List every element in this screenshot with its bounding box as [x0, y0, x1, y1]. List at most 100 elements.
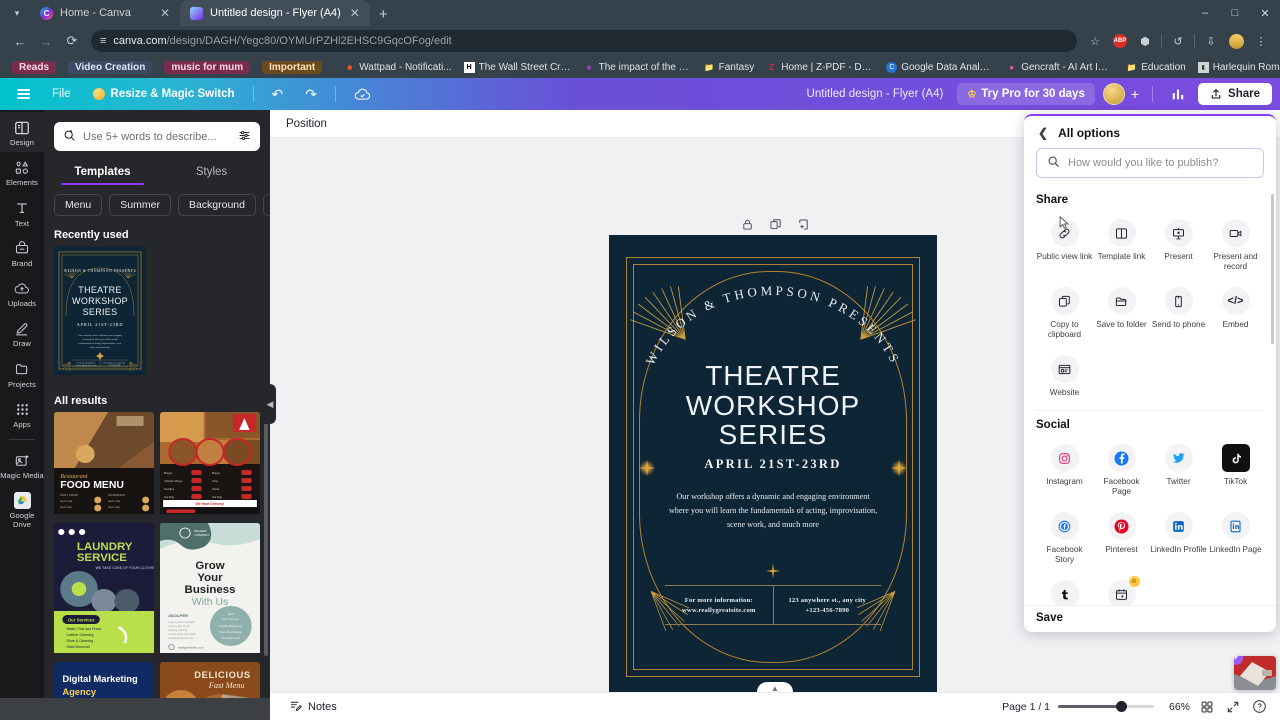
document-title[interactable]: Untitled design - Flyer (A4) — [797, 88, 954, 100]
position-button[interactable]: Position — [286, 118, 327, 130]
bookmark-item[interactable]: Important — [256, 60, 328, 75]
share-option-template-link[interactable]: Template link — [1093, 214, 1150, 280]
template-card[interactable]: FOOD MENU Restaurant FAST FOOD SANDWICH I… — [54, 412, 154, 517]
bookmark-item[interactable]: Z Home | Z-PDF - Do... — [760, 61, 880, 74]
forward-icon[interactable]: → — [34, 29, 58, 53]
avatar[interactable] — [1102, 83, 1125, 105]
share-option-copy-to-clipboard[interactable]: Copy to clipboard — [1036, 282, 1093, 348]
insights-icon[interactable] — [1162, 83, 1194, 105]
social-option-pinterest[interactable]: Pinterest — [1093, 507, 1150, 573]
rail-item-projects[interactable]: Projects — [0, 354, 44, 394]
collapse-panel-button[interactable]: ◀ — [264, 384, 276, 424]
rail-item-design[interactable]: Design — [0, 112, 44, 153]
chip-background[interactable]: Background — [177, 194, 256, 216]
extension-puzzle-icon[interactable]: ⬢ — [1134, 30, 1156, 52]
template-card[interactable]: BIGGER COMPANY Grow Your Business With U… — [160, 523, 260, 656]
adblock-icon[interactable]: ABP — [1109, 30, 1131, 52]
rail-item-google-drive[interactable]: Google Drive — [0, 485, 44, 534]
social-option-facebook-story[interactable]: Facebook Story — [1036, 507, 1093, 573]
tab-search-icon[interactable]: ▾ — [4, 2, 30, 24]
maximize-button[interactable]: □ — [1220, 0, 1250, 26]
share-option-embed[interactable]: </> Embed — [1207, 282, 1264, 348]
rail-item-magic-media[interactable]: Magic Media — [0, 445, 44, 485]
share-panel-body[interactable]: Share Public view link Template link Pre… — [1024, 188, 1276, 605]
minimize-button[interactable]: – — [1190, 0, 1220, 26]
social-option-facebook-page[interactable]: Facebook Page — [1093, 439, 1150, 505]
main-menu-button[interactable] — [8, 85, 39, 103]
add-page-icon[interactable] — [795, 216, 811, 232]
close-icon[interactable]: ✕ — [158, 7, 172, 19]
template-card[interactable]: LAUNDRY SERVICE WE TAKE CARE OF YOUR CLO… — [54, 523, 154, 656]
bookmark-item[interactable]: C Google Data Analyti... — [880, 61, 1000, 74]
tab-styles[interactable]: Styles — [157, 159, 266, 185]
share-option-website[interactable]: Website — [1036, 350, 1093, 406]
bookmark-item[interactable]: ■ The impact of the D... — [578, 61, 698, 74]
site-settings-icon[interactable]: ≡ — [100, 35, 106, 47]
bookmark-item[interactable]: Reads — [6, 60, 62, 75]
chip-menu[interactable]: Menu — [54, 194, 103, 216]
chip-more[interactable]: E — [263, 194, 270, 216]
bookmark-item[interactable]: ■ Wattpad - Notificati... — [338, 61, 457, 74]
share-option-save-to-folder[interactable]: Save to folder — [1093, 282, 1150, 348]
try-pro-button[interactable]: ♔ Try Pro for 30 days — [957, 83, 1095, 105]
help-icon[interactable] — [1250, 698, 1268, 716]
chip-summer[interactable]: Summer — [109, 194, 171, 216]
rail-item-brand[interactable]: Brand — [0, 233, 44, 273]
panel-scrollbar[interactable] — [264, 416, 268, 656]
history-icon[interactable]: ↺ — [1167, 30, 1189, 52]
social-option-instagram[interactable]: Instagram — [1036, 439, 1093, 505]
bookmark-item[interactable]: music for mum — [158, 60, 256, 75]
share-option-present[interactable]: Present — [1150, 214, 1207, 280]
social-option-tumblr[interactable]: Tumblr — [1036, 575, 1093, 605]
zoom-slider[interactable] — [1058, 700, 1154, 714]
share-panel-scrollbar[interactable] — [1270, 194, 1274, 344]
bookmark-item[interactable]: 📁 Fantasy — [698, 61, 761, 74]
file-menu-button[interactable]: File — [43, 84, 80, 104]
back-icon[interactable]: ← — [8, 29, 32, 53]
bookmark-item[interactable]: H The Wall Street Cras... — [458, 61, 578, 74]
template-card[interactable]: DELICIOUS Fast Menu — [160, 662, 260, 698]
bookmark-item[interactable]: Video Creation — [62, 60, 158, 75]
social-option-linkedin-page[interactable]: LinkedIn Page — [1207, 507, 1264, 573]
template-card[interactable]: Digital Marketing Agency ALL SERVICE YOU… — [54, 662, 154, 698]
bookmark-item[interactable]: ● Gencraft - AI Art Im... — [1000, 61, 1120, 74]
address-bar[interactable]: ≡ canva.com/design/DAGH/Yegc80/OYMUrPZHl… — [91, 30, 1077, 52]
social-option-tiktok[interactable]: TikTok — [1207, 439, 1264, 505]
bookmark-item[interactable]: 📁 Education — [1120, 61, 1191, 74]
share-search-input[interactable]: How would you like to publish? — [1036, 148, 1264, 178]
fullscreen-icon[interactable] — [1224, 698, 1242, 716]
rail-item-text[interactable]: Text — [0, 193, 44, 233]
recently-used-thumbnail[interactable]: WILSON & THOMPSON PRESENTS THEATRE WORKS… — [54, 246, 146, 378]
downloads-icon[interactable]: ⇩ — [1200, 30, 1222, 52]
lock-icon[interactable] — [739, 216, 755, 232]
duplicate-page-icon[interactable] — [767, 216, 783, 232]
rail-item-apps[interactable]: Apps — [0, 394, 44, 434]
bookmark-item[interactable]: ▮Harlequin Romance:... — [1192, 61, 1280, 74]
floating-template-thumbnail[interactable]: ✦ — [1234, 656, 1276, 690]
social-option-schedule[interactable]: ♔ Schedule — [1093, 575, 1150, 605]
bookmark-star-icon[interactable]: ☆ — [1084, 30, 1106, 52]
zoom-knob[interactable] — [1116, 701, 1127, 712]
close-window-button[interactable]: ✕ — [1250, 0, 1280, 26]
results-scroll-region[interactable]: FOOD MENU Restaurant FAST FOOD SANDWICH I… — [44, 412, 270, 698]
chrome-menu-icon[interactable]: ⋮ — [1250, 30, 1272, 52]
filter-sliders-icon[interactable] — [238, 129, 251, 145]
resize-magic-switch-button[interactable]: Resize & Magic Switch — [84, 84, 244, 104]
template-card[interactable]: Burger Burger Chicken Wings Fries Noodles P… — [160, 412, 260, 517]
social-option-linkedin-profile[interactable]: LinkedIn Profile — [1150, 507, 1207, 573]
close-icon[interactable]: ✕ — [348, 7, 362, 19]
redo-icon[interactable]: ↷ — [296, 82, 326, 107]
undo-icon[interactable]: ↶ — [263, 82, 293, 107]
share-option-public-view-link[interactable]: Public view link — [1036, 214, 1093, 280]
tab-templates[interactable]: Templates — [48, 159, 157, 185]
browser-tab-home[interactable]: C Home - Canva ✕ — [30, 0, 180, 26]
chevron-left-icon[interactable]: ❮ — [1038, 126, 1048, 140]
social-option-twitter[interactable]: Twitter — [1150, 439, 1207, 505]
rail-item-uploads[interactable]: Uploads — [0, 273, 44, 313]
notes-button[interactable]: Notes — [282, 695, 344, 719]
search-input[interactable]: Use 5+ words to describe... — [54, 122, 260, 151]
share-button[interactable]: Share — [1198, 83, 1272, 105]
new-tab-button[interactable]: + — [370, 6, 397, 25]
grid-view-icon[interactable] — [1198, 698, 1216, 716]
share-option-send-to-phone[interactable]: Send to phone — [1150, 282, 1207, 348]
